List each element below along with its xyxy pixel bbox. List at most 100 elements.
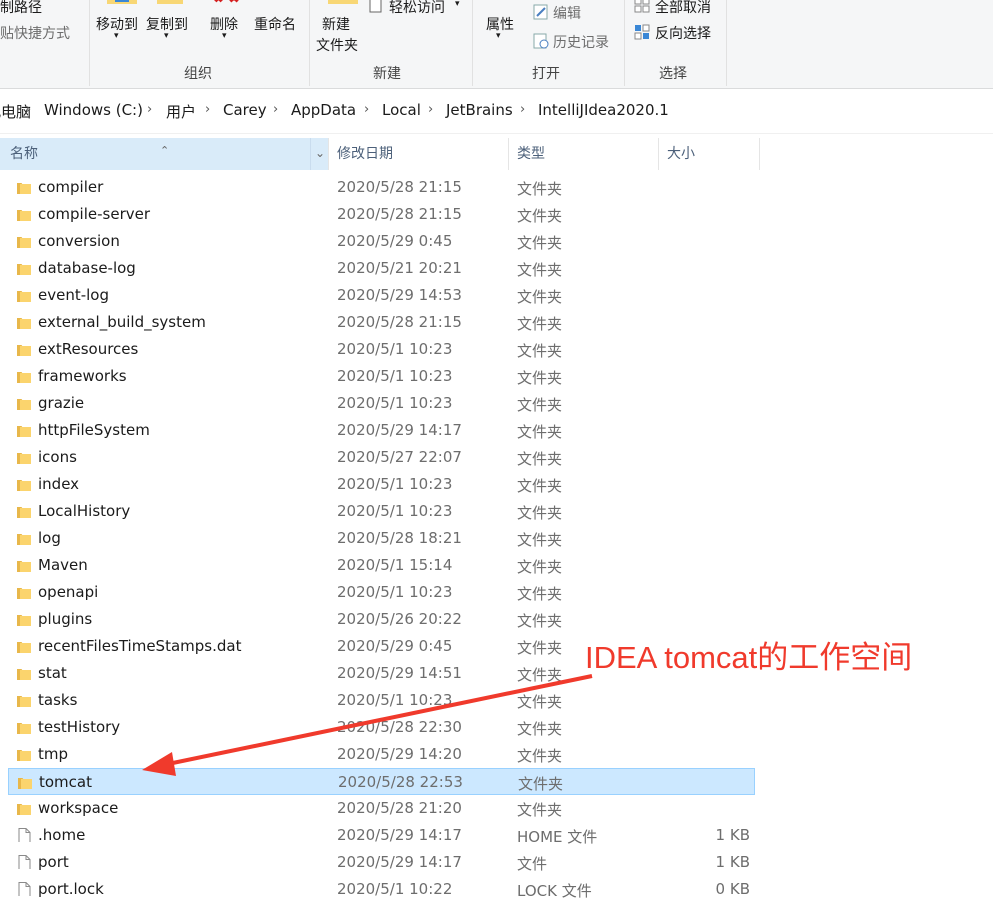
chevron-down-icon: ▾ [114, 31, 119, 41]
file-name: testHistory [38, 718, 121, 736]
file-name: event-log [38, 286, 110, 304]
breadcrumb-intellijidea[interactable]: IntelliJIdea2020.1 [538, 101, 669, 119]
history-button[interactable]: 历史记录 [553, 32, 609, 52]
breadcrumb-users[interactable]: 用户 [166, 101, 196, 122]
file-modified-date: 2020/5/29 14:51 [337, 664, 462, 682]
file-row[interactable]: index 2020/5/1 10:23 文件夹 [8, 471, 755, 498]
column-header-type[interactable]: 类型 [509, 138, 659, 170]
folder-icon [17, 183, 31, 194]
group-label-new: 新建 [373, 66, 401, 82]
file-row[interactable]: conversion 2020/5/29 0:45 文件夹 [8, 228, 755, 255]
column-header-name-label: 名称 [10, 146, 38, 162]
column-filter-dropdown-icon[interactable]: ⌄ [310, 138, 329, 170]
chevron-down-icon: ▾ [164, 31, 169, 41]
annotation-label: IDEA tomcat的工作空间 [585, 640, 913, 675]
file-name: port [38, 853, 69, 871]
file-type: 文件夹 [517, 315, 563, 333]
file-type: 文件夹 [517, 558, 563, 576]
file-row[interactable]: tasks 2020/5/1 10:23 文件夹 [8, 687, 755, 714]
folder-icon [17, 399, 31, 410]
chevron-right-icon: › [26, 102, 32, 117]
breadcrumb-carey[interactable]: Carey [223, 101, 267, 119]
file-row[interactable]: port.lock 2020/5/1 10:22 LOCK 文件 0 KB [8, 876, 755, 903]
easy-access-icon [369, 0, 382, 13]
file-icon [18, 828, 31, 842]
column-header-size[interactable]: 大小 [659, 138, 760, 170]
breadcrumb-local[interactable]: Local [382, 101, 421, 119]
file-type: 文件夹 [517, 261, 563, 279]
file-type: 文件夹 [517, 801, 563, 819]
group-separator [309, 0, 310, 86]
file-type: 文件夹 [517, 450, 563, 468]
file-modified-date: 2020/5/28 21:15 [337, 313, 462, 331]
folder-icon [17, 750, 31, 761]
file-icon [18, 882, 31, 896]
new-folder-button[interactable]: 新建 [322, 14, 350, 34]
file-type: 文件夹 [517, 612, 563, 630]
file-row[interactable]: database-log 2020/5/21 20:21 文件夹 [8, 255, 755, 282]
folder-icon [17, 615, 31, 626]
file-type: 文件夹 [517, 666, 563, 684]
file-name: tasks [38, 691, 78, 709]
chevron-right-icon: › [520, 102, 526, 117]
sort-ascending-icon: ⌃ [160, 144, 170, 157]
file-modified-date: 2020/5/1 10:23 [337, 367, 453, 385]
file-name: icons [38, 448, 77, 466]
file-row[interactable]: tomcat 2020/5/28 22:53 文件夹 [8, 768, 755, 795]
invert-selection-icon [634, 24, 650, 40]
breadcrumb-appdata[interactable]: AppData [291, 101, 356, 119]
file-name: frameworks [38, 367, 127, 385]
folder-icon [17, 561, 31, 572]
file-row[interactable]: LocalHistory 2020/5/1 10:23 文件夹 [8, 498, 755, 525]
column-header-name[interactable]: 名称 ⌃ ⌄ [0, 138, 329, 170]
file-row[interactable]: event-log 2020/5/29 14:53 文件夹 [8, 282, 755, 309]
file-row[interactable]: workspace 2020/5/28 21:20 文件夹 [8, 795, 755, 822]
edit-button[interactable]: 编辑 [553, 3, 581, 23]
file-row[interactable]: plugins 2020/5/26 20:22 文件夹 [8, 606, 755, 633]
file-row[interactable]: Maven 2020/5/1 15:14 文件夹 [8, 552, 755, 579]
file-row[interactable]: httpFileSystem 2020/5/29 14:17 文件夹 [8, 417, 755, 444]
folder-icon [17, 669, 31, 680]
file-row[interactable]: compiler 2020/5/28 21:15 文件夹 [8, 174, 755, 201]
new-folder-button-line2: 文件夹 [316, 38, 358, 54]
column-header-date[interactable]: 修改日期 [329, 138, 509, 170]
file-name: port.lock [38, 880, 104, 898]
folder-icon [17, 264, 31, 275]
file-modified-date: 2020/5/28 22:53 [338, 773, 463, 791]
file-modified-date: 2020/5/1 10:23 [337, 583, 453, 601]
select-none-button[interactable]: 全部取消 [655, 0, 711, 17]
file-row[interactable]: grazie 2020/5/1 10:23 文件夹 [8, 390, 755, 417]
breadcrumb-jetbrains[interactable]: JetBrains [446, 101, 513, 119]
file-row[interactable]: icons 2020/5/27 22:07 文件夹 [8, 444, 755, 471]
file-row[interactable]: .home 2020/5/29 14:17 HOME 文件 1 KB [8, 822, 755, 849]
rename-button[interactable]: 重命名 [254, 14, 296, 34]
select-none-icon [634, 0, 650, 13]
file-row[interactable]: compile-server 2020/5/28 21:15 文件夹 [8, 201, 755, 228]
chevron-down-icon: ▾ [455, 0, 460, 9]
file-row[interactable]: port 2020/5/29 14:17 文件 1 KB [8, 849, 755, 876]
invert-selection-button[interactable]: 反向选择 [655, 23, 711, 43]
folder-icon [17, 723, 31, 734]
file-modified-date: 2020/5/1 10:23 [337, 502, 453, 520]
file-row[interactable]: tmp 2020/5/29 14:20 文件夹 [8, 741, 755, 768]
breadcrumb-windows-c[interactable]: Windows (C:) [44, 101, 143, 119]
file-modified-date: 2020/5/1 15:14 [337, 556, 453, 574]
file-type: 文件夹 [517, 234, 563, 252]
folder-icon [17, 642, 31, 653]
folder-icon [17, 210, 31, 221]
file-row[interactable]: frameworks 2020/5/1 10:23 文件夹 [8, 363, 755, 390]
address-bar[interactable]: 此电脑 › Windows (C:) › 用户 › Carey › AppDat… [0, 89, 993, 134]
file-row[interactable]: external_build_system 2020/5/28 21:15 文件夹 [8, 309, 755, 336]
folder-icon [17, 507, 31, 518]
copy-path-button[interactable]: 复制路径 [0, 0, 42, 17]
chevron-right-icon: › [364, 102, 370, 117]
file-row[interactable]: openapi 2020/5/1 10:23 文件夹 [8, 579, 755, 606]
file-row[interactable]: log 2020/5/28 18:21 文件夹 [8, 525, 755, 552]
file-row[interactable]: testHistory 2020/5/28 22:30 文件夹 [8, 714, 755, 741]
easy-access-button[interactable]: 轻松访问 [389, 0, 445, 17]
paste-shortcut-button[interactable]: 粘贴快捷方式 [0, 23, 70, 43]
file-modified-date: 2020/5/28 21:15 [337, 205, 462, 223]
file-name: extResources [38, 340, 139, 358]
file-type: 文件夹 [517, 747, 563, 765]
file-row[interactable]: extResources 2020/5/1 10:23 文件夹 [8, 336, 755, 363]
